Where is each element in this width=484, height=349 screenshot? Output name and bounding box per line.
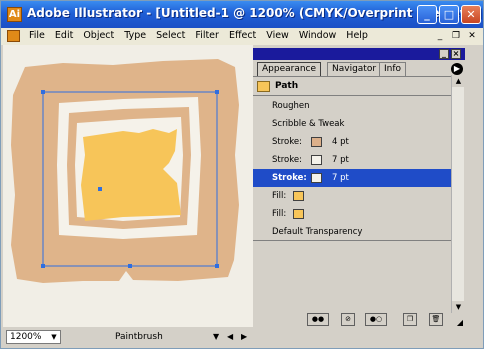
status-menu-icon[interactable]: ▼: [213, 332, 219, 341]
zoom-dropdown-icon[interactable]: ▼: [49, 332, 59, 342]
app-icon-label: Ai: [8, 9, 21, 20]
minimize-button[interactable]: _: [417, 5, 437, 24]
row-label: Stroke:: [272, 173, 307, 183]
scroll-left-icon[interactable]: ◀: [227, 332, 233, 341]
panel-menu-icon[interactable]: ▶: [451, 63, 463, 75]
stroke-row-1[interactable]: Stroke: 4 pt: [253, 133, 453, 151]
duplicate-item-button[interactable]: ❐: [403, 313, 417, 326]
window-title: Adobe Illustrator - [Untitled-1 @ 1200% …: [27, 6, 482, 20]
row-label: Stroke:: [272, 155, 302, 165]
panel-scrollbar[interactable]: ▲ ▼: [451, 75, 465, 313]
panel-minimize-button[interactable]: _: [439, 49, 449, 59]
close-button[interactable]: ✕: [461, 5, 481, 24]
stroke-color-swatch[interactable]: [311, 137, 322, 147]
panel-title-bar[interactable]: _ ×: [253, 48, 465, 60]
stroke-row-3-selected[interactable]: Stroke: 7 pt: [253, 169, 453, 187]
selection-handle-tl[interactable]: [41, 90, 45, 94]
selection-handle-bm[interactable]: [128, 264, 132, 268]
row-label: Stroke:: [272, 137, 302, 147]
delete-item-icon[interactable]: 🗑: [429, 313, 443, 326]
row-label: Scribble & Tweak: [272, 119, 345, 129]
transparency-row[interactable]: Default Transparency: [253, 223, 453, 241]
clear-appearance-button[interactable]: ⊘: [341, 313, 355, 326]
row-label: Roughen: [272, 101, 310, 111]
row-label: Default Transparency: [272, 227, 363, 237]
new-art-basic-appearance-button[interactable]: ●●: [307, 313, 329, 326]
fill-row-1[interactable]: Fill:: [253, 187, 453, 205]
fill-color-swatch[interactable]: [293, 191, 304, 201]
scroll-right-icon[interactable]: ▶: [241, 332, 247, 341]
menu-object[interactable]: Object: [83, 30, 114, 41]
tab-navigator[interactable]: Navigator: [327, 62, 382, 76]
doc-restore-button[interactable]: ❐: [450, 30, 462, 42]
stroke-color-swatch[interactable]: [311, 173, 322, 183]
menu-window[interactable]: Window: [299, 30, 336, 41]
menu-type[interactable]: Type: [124, 30, 146, 41]
stroke-row-2[interactable]: Stroke: 7 pt: [253, 151, 453, 169]
appearance-panel: _ × Appearance Navigator Info ▶ Path Rou…: [253, 45, 465, 331]
document-icon[interactable]: [7, 30, 20, 42]
artboard-canvas[interactable]: [3, 45, 253, 327]
menu-filter[interactable]: Filter: [195, 30, 219, 41]
path-thumbnail: [257, 81, 270, 92]
stroke-color-swatch[interactable]: [311, 155, 322, 165]
menu-effect[interactable]: Effect: [229, 30, 256, 41]
menu-items: File Edit Object Type Select Filter Effe…: [29, 30, 378, 41]
maximize-button[interactable]: □: [439, 5, 459, 24]
fill-color-swatch[interactable]: [293, 209, 304, 219]
menu-view[interactable]: View: [266, 30, 289, 41]
tab-info[interactable]: Info: [379, 62, 407, 76]
menu-bar: File Edit Object Type Select Filter Effe…: [1, 28, 483, 45]
artwork: [11, 59, 239, 283]
menu-help[interactable]: Help: [346, 30, 368, 41]
menu-edit[interactable]: Edit: [55, 30, 73, 41]
yellow-fill-shape[interactable]: [81, 129, 181, 221]
resize-grip-icon[interactable]: ◢: [457, 318, 463, 327]
row-label: Fill:: [272, 191, 287, 201]
title-bar[interactable]: Ai Adobe Illustrator - [Untitled-1 @ 120…: [1, 1, 483, 28]
panel-tabs: Appearance Navigator Info ▶: [253, 61, 465, 77]
current-tool-label: Paintbrush: [115, 332, 163, 342]
panel-bottom-bar: ●● ⊘ ●○ ❐ 🗑 ◢: [253, 311, 465, 329]
appearance-target[interactable]: Path: [253, 78, 453, 96]
tab-appearance[interactable]: Appearance: [257, 62, 322, 76]
illustrator-window: Ai Adobe Illustrator - [Untitled-1 @ 120…: [0, 0, 484, 349]
menu-file[interactable]: File: [29, 30, 45, 41]
appearance-list: Roughen Scribble & Tweak Stroke: 4 pt St…: [253, 97, 453, 241]
reduce-to-basic-button[interactable]: ●○: [365, 313, 387, 326]
selection-center-point[interactable]: [98, 187, 102, 191]
stroke-weight: 7 pt: [332, 155, 349, 165]
zoom-value: 1200%: [10, 332, 42, 342]
effect-row-scribble-tweak[interactable]: Scribble & Tweak: [253, 115, 453, 133]
menu-select[interactable]: Select: [156, 30, 185, 41]
status-bar: 1200% ▼ Paintbrush ▼ ◀ ▶: [3, 327, 253, 347]
app-icon[interactable]: Ai: [7, 7, 22, 22]
scroll-up-icon[interactable]: ▲: [452, 75, 465, 87]
selection-handle-bl[interactable]: [41, 264, 45, 268]
zoom-field[interactable]: 1200% ▼: [6, 330, 61, 344]
fill-row-2[interactable]: Fill:: [253, 205, 453, 223]
doc-minimize-button[interactable]: _: [434, 30, 446, 42]
row-label: Fill:: [272, 209, 287, 219]
doc-close-button[interactable]: ✕: [466, 30, 478, 42]
panel-close-button[interactable]: ×: [451, 49, 461, 59]
stroke-weight: 4 pt: [332, 137, 349, 147]
selection-handle-tr[interactable]: [215, 90, 219, 94]
effect-row-roughen[interactable]: Roughen: [253, 97, 453, 115]
selection-handle-br[interactable]: [215, 264, 219, 268]
stroke-weight: 7 pt: [332, 173, 349, 183]
target-label: Path: [275, 81, 299, 91]
